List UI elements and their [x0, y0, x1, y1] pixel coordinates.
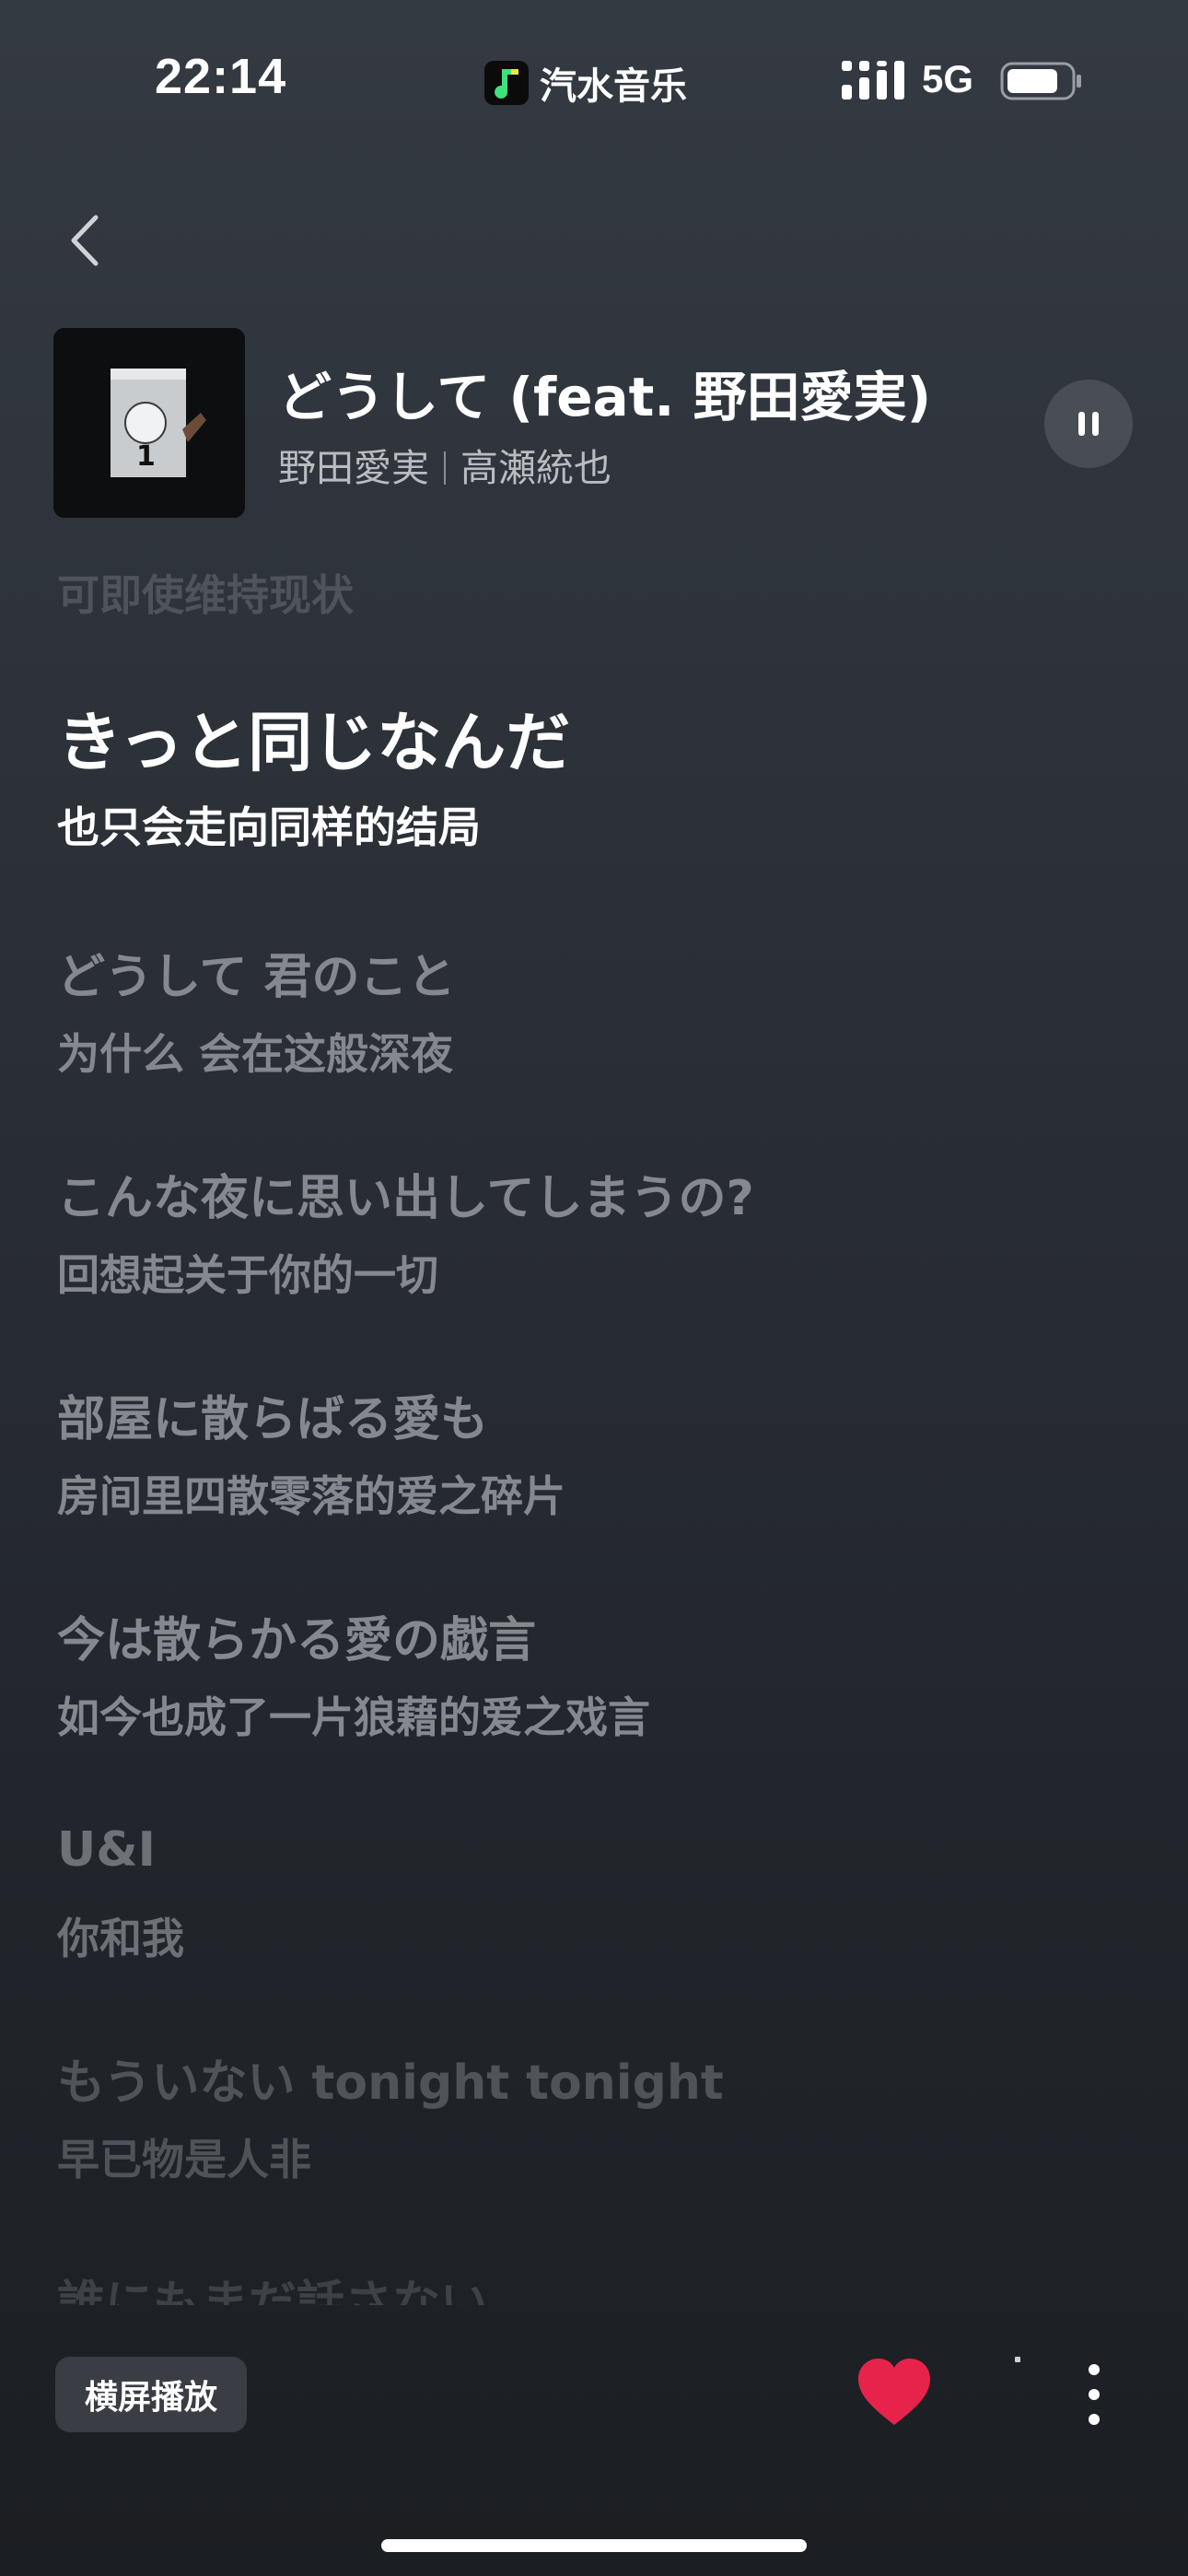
lyric-line[interactable]: もういない tonight tonight — [57, 2043, 724, 2113]
artist-name[interactable]: 野田愛実 — [278, 446, 429, 490]
back-button[interactable] — [59, 208, 114, 273]
lyric-line-translation[interactable]: 为什么 会在这般深夜 — [57, 1021, 453, 1082]
song-title: どうして (feat. 野田愛実) — [278, 366, 932, 428]
album-cover-label: 1 — [136, 440, 156, 473]
lyric-line[interactable]: どうして 君のこと — [57, 938, 456, 1007]
network-type: 5G — [922, 57, 974, 100]
lyric-line-translation[interactable]: 如今也成了一片狼藉的爱之戏言 — [57, 1684, 650, 1745]
pause-icon — [1078, 412, 1099, 436]
indicator-dot — [1015, 2357, 1020, 2362]
lyric-line-translation[interactable]: 你和我 — [57, 1905, 184, 1966]
home-indicator[interactable] — [381, 2539, 807, 2552]
lyric-line[interactable]: こんな夜に思い出してしまうの? — [57, 1159, 754, 1228]
landscape-play-button[interactable]: 横屏播放 — [55, 2357, 247, 2432]
lyric-line-translation[interactable]: 房间里四散零落的爱之碎片 — [57, 1463, 565, 1524]
app-name: 汽水音乐 — [540, 65, 687, 108]
lyric-line-current-translation[interactable]: 也只会走向同样的结局 — [57, 794, 481, 855]
lyric-line[interactable]: U&I — [57, 1822, 156, 1878]
artist-separator — [444, 451, 446, 485]
status-time: 22:14 — [155, 49, 287, 104]
battery-icon — [1000, 62, 1081, 100]
signal-icon — [842, 61, 904, 100]
album-cover[interactable]: 1 — [53, 328, 245, 518]
artist-name[interactable]: 高瀬統也 — [460, 446, 611, 490]
lyric-line[interactable]: 誰にもまだ話さない — [57, 2265, 488, 2305]
lyric-line-translation[interactable]: 早已物是人非 — [57, 2126, 311, 2187]
like-button[interactable] — [855, 2355, 934, 2429]
lyric-line[interactable]: 部屋に散らばる愛も — [57, 1380, 488, 1449]
song-artists[interactable]: 野田愛実 高瀬統也 — [278, 437, 611, 492]
more-options-button[interactable] — [1077, 2362, 1111, 2427]
lyric-line[interactable]: 今は散らかる愛の戯言 — [57, 1601, 536, 1670]
status-app-indicator[interactable]: 汽水音乐 — [484, 55, 687, 111]
pause-button[interactable] — [1044, 380, 1133, 468]
lyric-line-translation[interactable]: 回想起关于你的一切 — [57, 1242, 438, 1303]
status-bar: 22:14 汽水音乐 5G — [0, 0, 1188, 157]
lyric-line-translation[interactable]: 可即使维持现状 — [57, 562, 354, 623]
lyric-line-current[interactable]: きっと同じなんだ — [57, 691, 570, 784]
app-logo-icon — [484, 61, 529, 105]
